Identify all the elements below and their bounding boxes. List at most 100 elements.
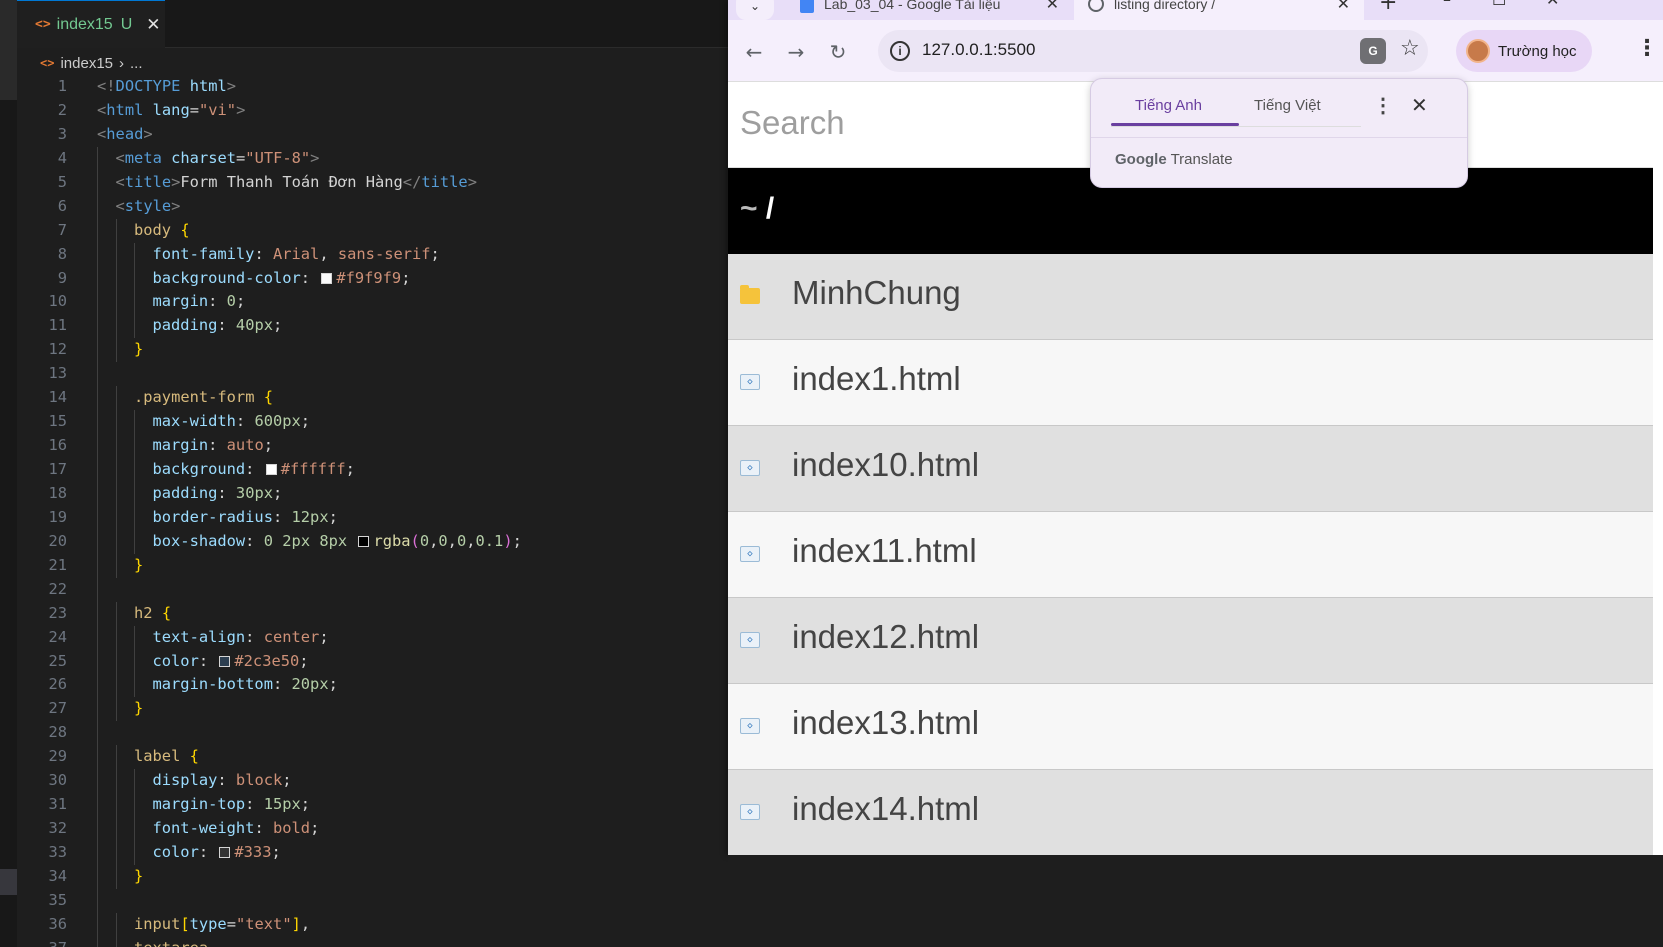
code-line[interactable]: 11 padding: 40px; [17,314,728,339]
profile-button[interactable]: Trường học [1456,30,1592,72]
code-line[interactable]: 23 h2 { [17,601,728,626]
translate-tab-target[interactable]: Tiếng Việt [1254,97,1321,114]
file-name-link[interactable]: index1.html [792,360,961,398]
translate-tab-source[interactable]: Tiếng Anh [1135,97,1202,114]
breadcrumb-rest[interactable]: ... [130,55,143,72]
code-line[interactable]: 3 <head> [17,123,728,147]
address-bar[interactable]: i 127.0.0.1:5500 G ☆ [878,30,1428,72]
site-info-icon[interactable]: i [890,41,910,61]
code-line[interactable]: 7 body { [17,218,728,243]
code-line[interactable]: 14 .payment-form { [17,386,728,411]
file-name-link[interactable]: MinhChung [792,274,961,312]
code-line[interactable]: 30 display: block; [17,769,728,794]
list-item[interactable]: MinhChung [728,254,1653,340]
code-line[interactable]: 17 background: #ffffff; [17,458,728,482]
scrollbar[interactable] [1655,82,1663,855]
code-line[interactable]: 28 [17,721,728,746]
code-line[interactable]: 34} [17,864,728,889]
code-line[interactable]: 36 input[type="text"], [17,912,728,937]
code-line[interactable]: 4 <meta charset="UTF-8"> [17,146,728,171]
code-line[interactable]: 33 color: #333; [17,841,728,865]
code-token: , [319,244,338,263]
file-name-link[interactable]: index12.html [792,618,979,656]
code-line[interactable]: 16 margin: auto; [17,434,728,458]
window-close-icon[interactable]: ✕ [1546,0,1559,9]
code-line[interactable]: 8 font-family: Arial, sans-serif; [17,242,728,267]
code-token: { [161,603,172,622]
code-line[interactable]: 24 text-align: center; [17,625,728,650]
code-token: background-color [152,268,301,287]
file-name-link[interactable]: index10.html [792,446,979,484]
code-line[interactable]: 25 color: #2c3e50; [17,649,728,674]
path-home[interactable]: ~ [740,192,758,225]
breadcrumb-file[interactable]: index15 [60,55,113,72]
reload-icon[interactable]: ↻ [826,40,850,64]
list-item[interactable]: ◇ index10.html [728,426,1653,512]
color-swatch[interactable] [265,464,277,475]
list-item[interactable]: ◇ index12.html [728,598,1653,684]
browser-tab-listing[interactable]: listing directory / ✕ [1074,0,1364,20]
indent-guide [97,697,98,722]
path-root[interactable]: / [766,192,774,225]
list-item[interactable]: ◇ index1.html [728,340,1653,426]
file-name-link[interactable]: index13.html [792,704,979,742]
forward-arrow-icon[interactable]: → [784,40,808,64]
tab-search-button[interactable]: ⌄ [736,0,774,20]
close-icon[interactable]: ✕ [1411,93,1428,118]
code-line[interactable]: 26 margin-bottom: 20px; [17,673,728,698]
list-item[interactable]: ◇ index14.html [728,770,1653,855]
activity-bar-selected[interactable] [0,869,17,895]
more-options-icon[interactable]: ⋮ [1373,93,1393,118]
code-line[interactable]: 27} [17,697,728,722]
color-swatch[interactable] [321,272,333,284]
code-line[interactable]: 29 label { [17,745,728,770]
code-line[interactable]: 21} [17,553,728,578]
code-line[interactable]: 18 padding: 30px; [17,481,728,506]
code-line[interactable]: 32 font-weight: bold; [17,817,728,841]
code-line[interactable]: 20 box-shadow: 0 2px 8px rgba(0,0,0,0.1); [17,529,728,554]
editor-tab-index15[interactable]: <> index15 U ✕ [17,0,165,48]
file-name-link[interactable]: index11.html [792,532,977,570]
code-token: DOCTYPE [115,77,181,95]
indent-guide [97,841,98,865]
code-line[interactable]: 10 margin: 0; [17,290,728,315]
code-line[interactable]: 37 textarea, [17,936,728,947]
color-swatch[interactable] [219,655,231,667]
more-menu-icon[interactable]: ⋮ [1636,36,1658,61]
code-line[interactable]: 2 <html lang="vi"> [17,99,728,123]
code-line[interactable]: 19 border-radius: 12px; [17,505,728,530]
editor-tab-label: index15 [56,15,113,33]
translate-icon[interactable]: G [1360,38,1386,64]
code-text: background-color: #f9f9f9; [153,267,411,291]
code-line[interactable]: 31 margin-top: 15px; [17,793,728,818]
code-line[interactable]: 15 max-width: 600px; [17,410,728,435]
indent-guide [97,170,98,195]
color-swatch[interactable] [219,847,231,858]
code-line[interactable]: 35 [17,888,728,913]
code-token: : [198,843,218,861]
bookmark-star-icon[interactable]: ☆ [1400,36,1420,61]
close-icon[interactable]: ✕ [1046,0,1059,14]
code-line[interactable]: 12} [17,338,728,363]
url-text[interactable]: 127.0.0.1:5500 [922,40,1035,60]
browser-tab-docs[interactable]: Lab_03_04 - Google Tài liệu ✕ [788,0,1073,20]
indent-guide [115,841,117,865]
code-line[interactable]: 13 [17,362,728,387]
code-line[interactable]: 5 <title>Form Thanh Toán Đơn Hàng</title> [17,170,728,195]
code-area[interactable]: 1 <!DOCTYPE html> 2 <html lang="vi"> 3 <head>… [17,75,728,947]
file-name-link[interactable]: index14.html [792,790,979,828]
code-line[interactable]: 6 <style> [17,194,728,219]
new-tab-icon[interactable]: + [1379,0,1397,15]
code-line[interactable]: 22 [17,577,728,602]
close-icon[interactable]: ✕ [1337,0,1350,14]
list-item[interactable]: ◇ index11.html [728,512,1653,598]
color-swatch[interactable] [358,535,370,547]
line-number: 8 [57,244,67,263]
back-arrow-icon[interactable]: ← [742,40,766,64]
minimize-icon[interactable]: – [1443,0,1451,9]
close-icon[interactable]: ✕ [146,15,160,35]
maximize-icon[interactable]: ☐ [1492,0,1506,9]
list-item[interactable]: ◇ index13.html [728,684,1653,770]
code-line[interactable]: 9 background-color: #f9f9f9; [17,266,728,291]
code-line[interactable]: 1 <!DOCTYPE html> [17,75,728,99]
